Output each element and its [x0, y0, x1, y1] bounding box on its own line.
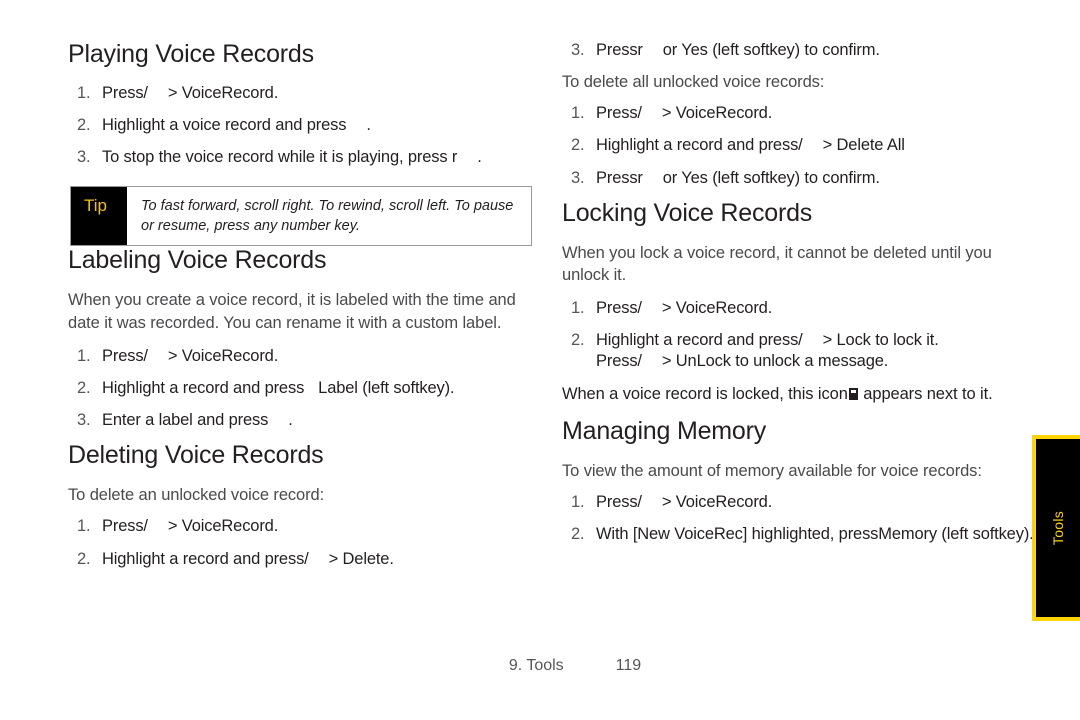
step-text: Highlight a record and press/ — [596, 136, 803, 155]
step-text-suffix: > Lock to lock it. — [822, 331, 939, 350]
step-text-suffix: . — [477, 148, 482, 167]
heading-deleting-voice-records: Deleting Voice Records — [68, 441, 324, 470]
step-text: Highlight a record and press/ — [102, 549, 309, 568]
step-text-suffix: or Yes (left softkey) to confirm. — [662, 41, 880, 59]
steps-labeling-voice-records: Press/ > VoiceRecord. Highlight a record … — [68, 346, 548, 431]
step-item: Highlight a record and press/ > Delete. — [68, 549, 548, 570]
step-item: Highlight a record and press Label (left … — [68, 378, 548, 399]
step-text-suffix: . — [366, 116, 371, 135]
step-text: Enter a label and press — [102, 411, 269, 430]
step-text-suffix: > Delete All — [822, 136, 905, 155]
tip-callout: Tip To fast forward, scroll right. To re… — [70, 186, 532, 247]
step-text-suffix: > VoiceRecord. — [661, 299, 773, 318]
tip-body: To fast forward, scroll right. To rewind… — [141, 198, 514, 235]
step-text: Press/ — [596, 299, 642, 318]
step-text: Press/ — [102, 84, 148, 102]
tip-label: Tip — [71, 187, 127, 246]
step-text: Pressr — [596, 168, 643, 187]
step-item: Press/ > VoiceRecord. — [562, 298, 1042, 319]
heading-labeling-voice-records: Labeling Voice Records — [68, 246, 327, 275]
manual-page: Playing Voice Records Press/ > VoiceRecor… — [0, 0, 1080, 720]
step-item: Press/ > VoiceRecord. — [68, 516, 548, 537]
step-text: Highlight a record and press — [102, 378, 305, 397]
steps-continued-delete: Pressr or Yes (left softkey) to confirm. — [562, 40, 1042, 61]
step-item: Pressr or Yes (left softkey) to confirm. — [562, 168, 1042, 189]
step-item: Pressr or Yes (left softkey) to confirm. — [562, 40, 1042, 61]
step-text-suffix: or Yes (left softkey) to confirm. — [662, 168, 880, 187]
step-text-suffix: > VoiceRecord. — [167, 84, 279, 102]
step-item: Highlight a record and press/ > Delete Al… — [562, 135, 1042, 156]
step-text-suffix: . — [288, 411, 293, 430]
step-text-suffix: > Delete. — [328, 549, 394, 568]
step-text: Highlight a record and press/ — [596, 331, 803, 350]
steps-delete-all-records: Press/ > VoiceRecord. Highlight a record … — [562, 103, 1042, 188]
step-text-suffix: > UnLock to unlock a message. — [661, 352, 889, 371]
outro-text-after-icon: appears next to it. — [863, 384, 993, 403]
intro-managing-memory: To view the amount of memory available f… — [562, 461, 982, 480]
footer-page-number: 119 — [615, 657, 642, 674]
lock-icon — [848, 387, 858, 400]
step-text: Pressr — [596, 41, 643, 59]
steps-locking-voice-records: Press/ > VoiceRecord. Highlight a record … — [562, 298, 1042, 372]
step-item: Press/ > VoiceRecord. — [68, 346, 548, 367]
outro-locking-voice-records: When a voice record is locked, this icon… — [562, 383, 1042, 405]
step-text: Press/ — [102, 517, 148, 536]
step-text: With [New VoiceRec] highlighted, press — [596, 525, 879, 544]
page-footer: 9. Tools 119 — [0, 657, 1080, 675]
step-text-suffix: Label (left softkey). — [318, 378, 455, 397]
step-item: Press/ > VoiceRecord. — [68, 83, 548, 104]
step-item: To stop the voice record while it is pla… — [68, 147, 548, 168]
heading-playing-voice-records: Playing Voice Records — [68, 40, 314, 68]
step-text-suffix: > VoiceRecord. — [661, 493, 773, 512]
intro-deleting-voice-records: To delete an unlocked voice record: — [68, 486, 325, 505]
heading-locking-voice-records: Locking Voice Records — [562, 198, 813, 227]
step-item: Enter a label and press. — [68, 410, 548, 431]
heading-managing-memory: Managing Memory — [562, 416, 767, 445]
step-item: Press/ > VoiceRecord. — [562, 103, 1042, 124]
step-text-suffix: > VoiceRecord. — [167, 517, 279, 536]
footer-inner: 9. Tools 119 — [509, 657, 641, 675]
intro-labeling-voice-records: When you create a voice record, it is la… — [68, 291, 516, 332]
step-text: To stop the voice record while it is pla… — [102, 148, 458, 167]
chapter-thumb-tab: Tools — [1032, 435, 1080, 621]
steps-deleting-voice-records: Press/ > VoiceRecord. Highlight a record … — [68, 516, 548, 569]
left-column: Playing Voice Records Press/ > VoiceRecor… — [68, 40, 548, 580]
step-item: Highlight a record and press/ > Lock to l… — [562, 330, 1042, 372]
step-item: Highlight a voice record and press. — [68, 115, 548, 136]
intro-delete-all-records: To delete all unlocked voice records: — [562, 73, 825, 92]
step-text-suffix: Memory (left softkey). — [878, 525, 1034, 544]
intro-locking-voice-records: When you lock a voice record, it cannot … — [562, 243, 992, 284]
steps-managing-memory: Press/ > VoiceRecord. With [New VoiceRec]… — [562, 492, 1042, 545]
step-text: Highlight a voice record and press — [102, 116, 347, 135]
step-text: Press/ — [596, 104, 642, 123]
right-column: Pressr or Yes (left softkey) to confirm. … — [562, 40, 1042, 555]
step-text: Press/ — [596, 352, 642, 371]
step-item: Press/ > VoiceRecord. — [562, 492, 1042, 513]
footer-chapter-label: 9. Tools — [508, 657, 564, 674]
chapter-thumb-tab-label: Tools — [1050, 510, 1066, 546]
outro-text-before-icon: When a voice record is locked, this icon — [562, 384, 848, 403]
steps-playing-voice-records: Press/ > VoiceRecord. Highlight a voice r… — [68, 83, 548, 168]
step-item: With [New VoiceRec] highlighted, pressMe… — [562, 524, 1042, 545]
step-text: Press/ — [596, 493, 642, 512]
step-text-suffix: > VoiceRecord. — [167, 346, 279, 365]
step-text: Press/ — [102, 346, 148, 365]
step-text-suffix: > VoiceRecord. — [661, 104, 773, 123]
